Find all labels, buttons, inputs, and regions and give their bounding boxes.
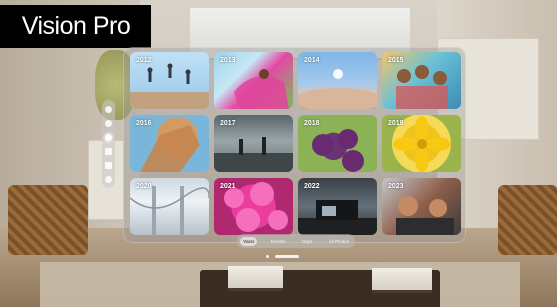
year-tile[interactable]: 2018 bbox=[298, 115, 377, 172]
window-close-dot[interactable] bbox=[266, 255, 269, 258]
vision-pro-logo: Vision Pro bbox=[0, 5, 151, 48]
year-tile[interactable]: 2017 bbox=[214, 115, 293, 172]
window-grabber[interactable] bbox=[275, 255, 299, 258]
library-icon[interactable] bbox=[105, 105, 112, 113]
product-name: Vision Pro bbox=[21, 12, 131, 40]
tile-year-label: 2021 bbox=[220, 183, 236, 190]
tile-year-label: 2022 bbox=[304, 183, 320, 190]
tile-year-label: 2019 bbox=[388, 120, 404, 127]
tile-year-label: 2013 bbox=[220, 57, 236, 64]
tab-months[interactable]: Months bbox=[268, 237, 289, 246]
book-stack-right bbox=[372, 268, 432, 293]
tile-year-label: 2012 bbox=[136, 57, 152, 64]
living-room-environment: Vision Pro 2012 2013 2014 2015 2016 2017… bbox=[0, 0, 557, 307]
year-tile[interactable]: 2012 bbox=[130, 52, 209, 109]
tile-year-label: 2016 bbox=[136, 120, 152, 127]
tab-days[interactable]: Days bbox=[299, 237, 315, 246]
years-grid: 2012 2013 2014 2015 2016 2017 2018 2019 … bbox=[130, 52, 463, 235]
tile-year-label: 2018 bbox=[304, 120, 320, 127]
memories-icon[interactable] bbox=[105, 119, 112, 127]
right-chair bbox=[498, 185, 557, 255]
year-tile[interactable]: 2019 bbox=[382, 115, 461, 172]
albums-icon[interactable] bbox=[105, 147, 112, 155]
left-chair bbox=[8, 185, 88, 255]
year-tile[interactable]: 2013 bbox=[214, 52, 293, 109]
year-tile[interactable]: 2022 bbox=[298, 178, 377, 235]
year-tile[interactable]: 2020 bbox=[130, 178, 209, 235]
year-tile[interactable]: 2014 bbox=[298, 52, 377, 109]
year-tile[interactable]: 2015 bbox=[382, 52, 461, 109]
tab-years[interactable]: Years bbox=[240, 236, 258, 246]
tile-year-label: 2014 bbox=[304, 57, 320, 64]
photos-sidebar bbox=[102, 100, 115, 188]
time-scale-tabbar: Years Months Days All Photos bbox=[237, 234, 355, 248]
panoramas-icon[interactable] bbox=[105, 161, 112, 169]
year-tile[interactable]: 2023 bbox=[382, 178, 461, 235]
book-stack-left bbox=[228, 266, 283, 291]
tile-year-label: 2015 bbox=[388, 57, 404, 64]
tab-all-photos[interactable]: All Photos bbox=[326, 237, 352, 246]
search-icon[interactable] bbox=[105, 175, 112, 183]
tile-year-label: 2023 bbox=[388, 183, 404, 190]
photos-icon[interactable] bbox=[105, 133, 112, 141]
year-tile[interactable]: 2016 bbox=[130, 115, 209, 172]
tile-year-label: 2017 bbox=[220, 120, 236, 127]
year-tile[interactable]: 2021 bbox=[214, 178, 293, 235]
tile-year-label: 2020 bbox=[136, 183, 152, 190]
